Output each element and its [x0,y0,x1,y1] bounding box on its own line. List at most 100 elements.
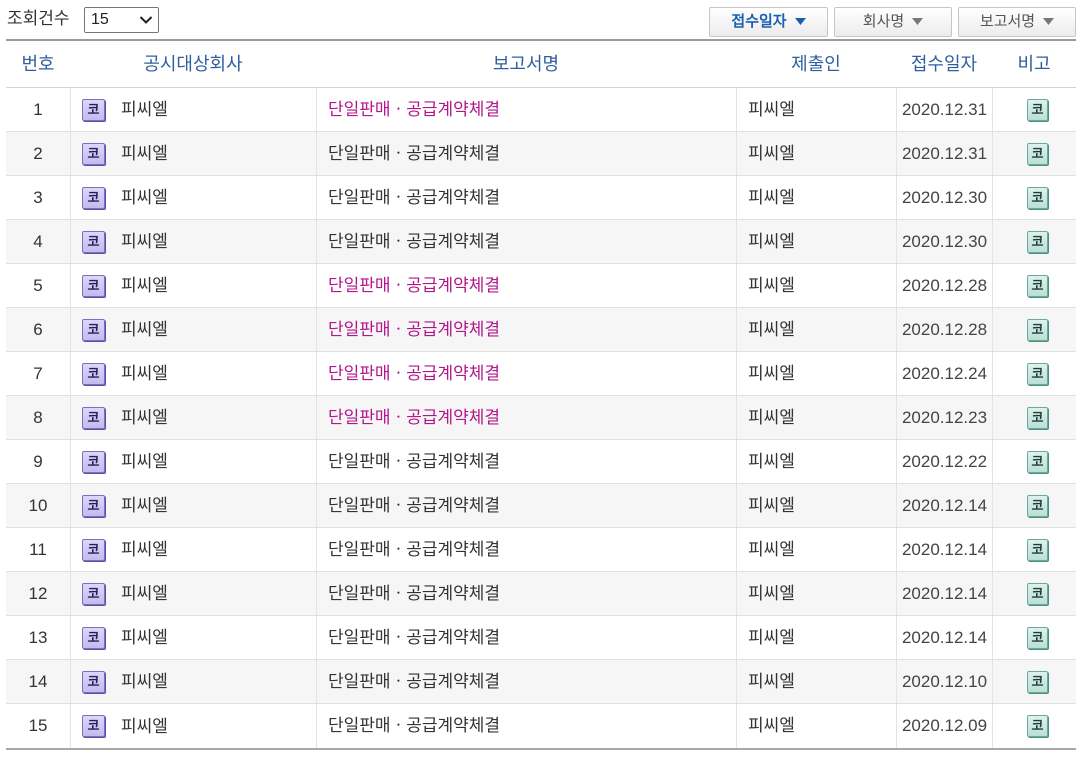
table-row: 10 코 피씨엘 단일판매ㆍ공급계약체결 피씨엘 2020.12.14 코 [6,484,1076,528]
kosdaq-market-icon: 코 [82,318,105,341]
kosdaq-remark-icon: 코 [1027,142,1048,165]
report-link[interactable]: 단일판매ㆍ공급계약체결 [328,628,500,647]
row-number: 11 [29,540,47,559]
company-cell: 코 피씨엘 [70,176,316,219]
remark-cell: 코 [992,132,1076,175]
row-number: 7 [33,364,43,383]
result-count-label: 조회건수 [7,9,70,28]
remark-cell: 코 [992,660,1076,703]
sort-by-report-label: 보고서명 [979,13,1036,30]
table-row: 6 코 피씨엘 단일판매ㆍ공급계약체결 피씨엘 2020.12.28 코 [6,308,1076,352]
sort-by-date-button[interactable]: 접수일자 [709,7,828,37]
remark-cell: 코 [992,704,1076,748]
chevron-down-icon [139,16,153,24]
report-link[interactable]: 단일판매ㆍ공급계약체결 [328,320,500,339]
sort-by-report-button[interactable]: 보고서명 [958,7,1076,37]
kosdaq-market-icon: 코 [82,494,105,517]
report-cell: 단일판매ㆍ공급계약체결 [316,176,736,219]
report-link[interactable]: 단일판매ㆍ공급계약체결 [328,672,500,691]
company-link[interactable]: 피씨엘 [121,660,168,703]
company-link[interactable]: 피씨엘 [121,308,168,351]
report-link[interactable]: 단일판매ㆍ공급계약체결 [328,364,500,383]
kosdaq-remark-icon: 코 [1027,582,1048,605]
row-number: 10 [28,496,48,515]
remark-cell: 코 [992,572,1076,615]
receipt-date: 2020.12.28 [896,308,992,351]
receipt-date: 2020.12.24 [896,352,992,395]
table-row: 4 코 피씨엘 단일판매ㆍ공급계약체결 피씨엘 2020.12.30 코 [6,220,1076,264]
kosdaq-market-icon: 코 [82,715,105,737]
kosdaq-market-icon: 코 [82,538,105,561]
kosdaq-remark-icon: 코 [1027,450,1048,473]
company-link[interactable]: 피씨엘 [121,440,168,483]
kosdaq-remark-icon: 코 [1027,406,1048,429]
receipt-date: 2020.12.14 [896,528,992,571]
company-cell: 코 피씨엘 [70,308,316,351]
company-cell: 코 피씨엘 [70,616,316,659]
report-link[interactable]: 단일판매ㆍ공급계약체결 [328,540,500,559]
row-number: 13 [28,628,48,647]
submitter-name: 피씨엘 [736,440,896,483]
result-count-select[interactable]: 15 [84,7,159,33]
company-cell: 코 피씨엘 [70,220,316,263]
submitter-name: 피씨엘 [736,396,896,439]
company-link[interactable]: 피씨엘 [121,352,168,395]
submitter-name: 피씨엘 [736,660,896,703]
company-cell: 코 피씨엘 [70,352,316,395]
company-cell: 코 피씨엘 [70,660,316,703]
submitter-name: 피씨엘 [736,484,896,527]
kosdaq-market-icon: 코 [82,450,105,473]
remark-cell: 코 [992,88,1076,131]
table-row: 13 코 피씨엘 단일판매ㆍ공급계약체결 피씨엘 2020.12.14 코 [6,616,1076,660]
report-link[interactable]: 단일판매ㆍ공급계약체결 [328,452,500,471]
report-link[interactable]: 단일판매ㆍ공급계약체결 [328,144,500,163]
company-link[interactable]: 피씨엘 [121,176,168,219]
report-link[interactable]: 단일판매ㆍ공급계약체결 [328,716,500,735]
table-body: 1 코 피씨엘 단일판매ㆍ공급계약체결 피씨엘 2020.12.31 코 2 코 피씨엘 단일판매ㆍ… [6,88,1076,748]
report-link[interactable]: 단일판매ㆍ공급계약체결 [328,276,500,295]
receipt-date: 2020.12.14 [896,616,992,659]
submitter-name: 피씨엘 [736,572,896,615]
company-link[interactable]: 피씨엘 [121,572,168,615]
report-link[interactable]: 단일판매ㆍ공급계약체결 [328,188,500,207]
receipt-date: 2020.12.28 [896,264,992,307]
kosdaq-market-icon: 코 [82,670,105,693]
company-link[interactable]: 피씨엘 [121,264,168,307]
header-company: 공시대상회사 [143,54,243,74]
company-link[interactable]: 피씨엘 [121,616,168,659]
remark-cell: 코 [992,176,1076,219]
report-cell: 단일판매ㆍ공급계약체결 [316,704,736,748]
report-cell: 단일판매ㆍ공급계약체결 [316,572,736,615]
company-link[interactable]: 피씨엘 [121,528,168,571]
report-link[interactable]: 단일판매ㆍ공급계약체결 [328,496,500,515]
report-link[interactable]: 단일판매ㆍ공급계약체결 [328,408,500,427]
report-cell: 단일판매ㆍ공급계약체결 [316,396,736,439]
company-link[interactable]: 피씨엘 [121,484,168,527]
company-link[interactable]: 피씨엘 [121,88,168,131]
company-link[interactable]: 피씨엘 [121,705,168,748]
company-link[interactable]: 피씨엘 [121,220,168,263]
report-cell: 단일판매ㆍ공급계약체결 [316,528,736,571]
submitter-name: 피씨엘 [736,132,896,175]
kosdaq-remark-icon: 코 [1027,98,1048,121]
sort-by-company-label: 회사명 [862,13,905,30]
submitter-name: 피씨엘 [736,616,896,659]
table-row: 7 코 피씨엘 단일판매ㆍ공급계약체결 피씨엘 2020.12.24 코 [6,352,1076,396]
table-row: 9 코 피씨엘 단일판매ㆍ공급계약체결 피씨엘 2020.12.22 코 [6,440,1076,484]
caret-down-icon [912,17,924,25]
row-number: 4 [33,232,43,251]
receipt-date: 2020.12.10 [896,660,992,703]
report-cell: 단일판매ㆍ공급계약체결 [316,440,736,483]
report-link[interactable]: 단일판매ㆍ공급계약체결 [328,232,500,251]
report-link[interactable]: 단일판매ㆍ공급계약체결 [328,584,500,603]
table-row: 15 코 피씨엘 단일판매ㆍ공급계약체결 피씨엘 2020.12.09 코 [6,704,1076,748]
company-link[interactable]: 피씨엘 [121,396,168,439]
company-cell: 코 피씨엘 [70,704,316,748]
header-number: 번호 [21,54,55,74]
report-link[interactable]: 단일판매ㆍ공급계약체결 [328,100,500,119]
report-cell: 단일판매ㆍ공급계약체결 [316,660,736,703]
sort-by-company-button[interactable]: 회사명 [834,7,952,37]
submitter-name: 피씨엘 [736,220,896,263]
company-link[interactable]: 피씨엘 [121,132,168,175]
remark-cell: 코 [992,264,1076,307]
